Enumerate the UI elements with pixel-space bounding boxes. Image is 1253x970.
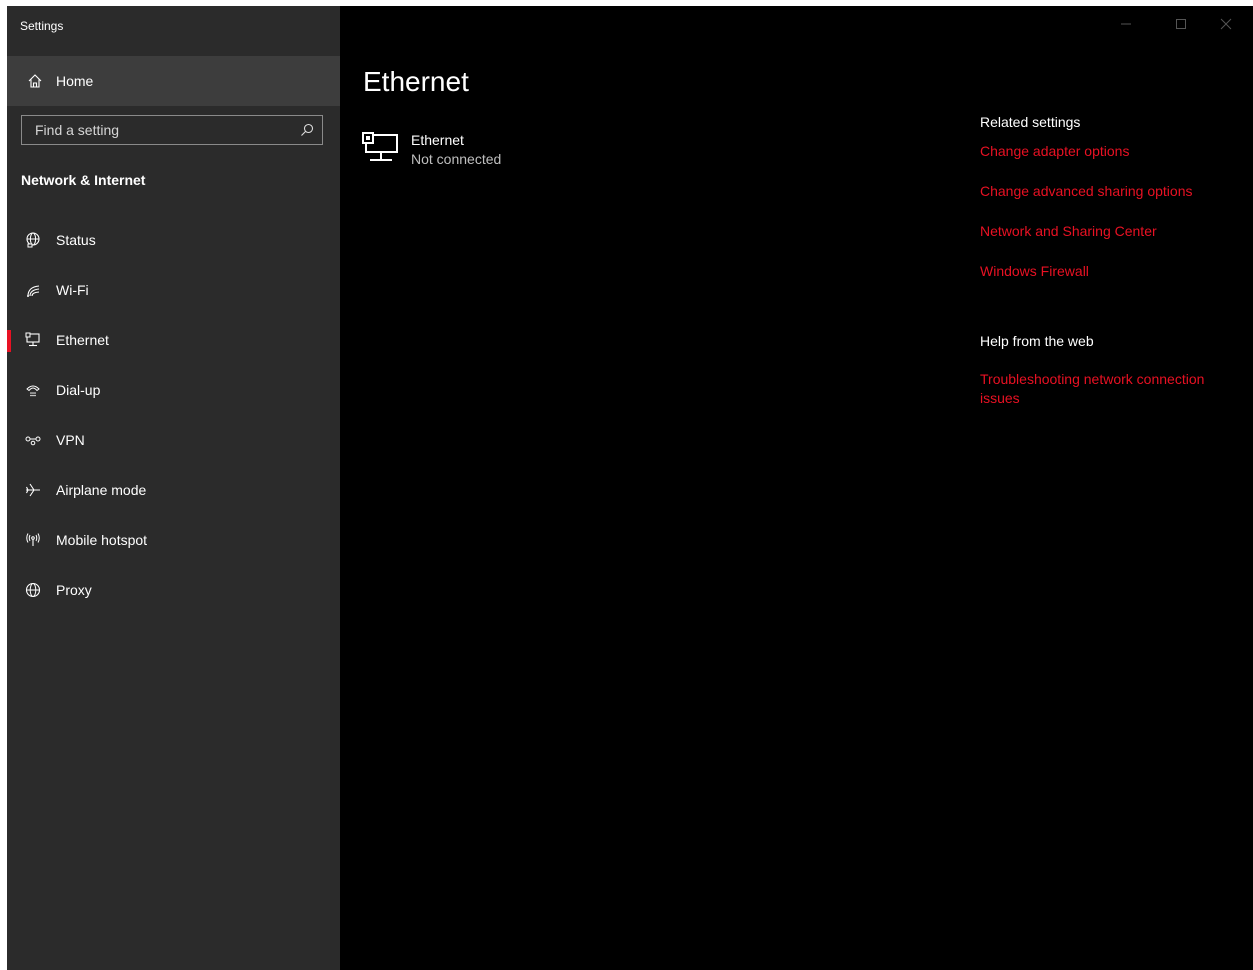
globe-status-icon	[25, 232, 41, 248]
sidebar-item-vpn[interactable]: VPN	[7, 420, 340, 460]
sidebar-item-label: Ethernet	[56, 332, 109, 348]
sidebar-item-label: Mobile hotspot	[56, 532, 148, 548]
sidebar-item-label: Wi-Fi	[56, 282, 89, 298]
page-title: Ethernet	[363, 66, 469, 97]
adapter-name[interactable]: Ethernet	[411, 132, 464, 148]
vpn-icon	[25, 432, 41, 448]
sidebar-item-ethernet[interactable]: Ethernet	[7, 320, 340, 360]
app-title: Settings	[20, 19, 64, 33]
globe-icon	[25, 582, 41, 598]
link-network-sharing-center[interactable]: Network and Sharing Center	[980, 223, 1157, 239]
sidebar-item-label: Airplane mode	[56, 482, 147, 498]
link-change-advanced-sharing[interactable]: Change advanced sharing options	[980, 183, 1193, 199]
home-button[interactable]: Home	[7, 56, 340, 106]
sidebar-item-label: Status	[56, 232, 96, 248]
sidebar-item-dialup[interactable]: Dial-up	[7, 370, 340, 410]
close-button[interactable]	[1216, 14, 1236, 34]
help-heading: Help from the web	[980, 333, 1094, 349]
link-troubleshooting[interactable]: Troubleshooting network connection issue…	[980, 370, 1230, 408]
home-label: Home	[56, 73, 94, 89]
ethernet-icon	[25, 332, 41, 348]
related-settings-heading: Related settings	[980, 114, 1081, 130]
sidebar-item-airplane[interactable]: Airplane mode	[7, 470, 340, 510]
link-change-adapter-options[interactable]: Change adapter options	[980, 143, 1129, 159]
link-windows-firewall[interactable]: Windows Firewall	[980, 263, 1089, 279]
main-content: Ethernet Ethernet Not connected Related …	[340, 6, 1253, 970]
sidebar-item-status[interactable]: Status	[7, 220, 340, 260]
sidebar-item-hotspot[interactable]: Mobile hotspot	[7, 520, 340, 560]
maximize-button[interactable]	[1171, 14, 1191, 34]
sidebar-item-label: VPN	[56, 432, 85, 448]
search-input[interactable]: Find a setting	[21, 115, 323, 145]
sidebar-item-wifi[interactable]: Wi-Fi	[7, 270, 340, 310]
wifi-icon	[25, 282, 41, 298]
dialup-icon	[25, 382, 41, 398]
sidebar-item-label: Dial-up	[56, 382, 101, 398]
sidebar-item-proxy[interactable]: Proxy	[7, 570, 340, 610]
ethernet-adapter-icon[interactable]	[362, 132, 402, 164]
sidebar: Settings Home Find a setting Network & I…	[7, 6, 340, 970]
adapter-status: Not connected	[411, 151, 502, 167]
airplane-icon	[25, 482, 41, 498]
home-icon	[27, 73, 43, 89]
hotspot-icon	[25, 532, 41, 548]
selection-indicator	[7, 330, 11, 352]
search-placeholder: Find a setting	[35, 122, 120, 138]
minimize-button[interactable]	[1116, 14, 1136, 34]
settings-window: Settings Home Find a setting Network & I…	[7, 6, 1253, 970]
sidebar-item-label: Proxy	[56, 582, 92, 598]
section-title: Network & Internet	[21, 172, 146, 188]
search-icon	[300, 123, 314, 137]
